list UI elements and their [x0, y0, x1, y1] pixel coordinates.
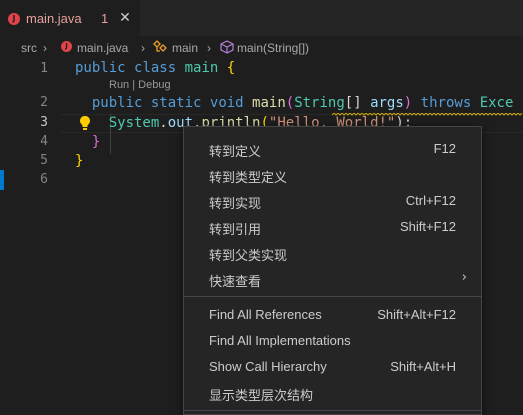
line-number: 5: [40, 153, 48, 168]
code-line-1: public class main {: [75, 60, 236, 76]
menu-item-go-to-super-implementation[interactable]: 转到父类实现: [184, 239, 481, 265]
line-number-gutter: 1 2 3 4 5 6: [0, 58, 60, 415]
breadcrumb-method[interactable]: main(String[]): [237, 41, 309, 55]
line-number: 2: [40, 95, 48, 110]
breadcrumb-class[interactable]: main: [172, 41, 198, 55]
line-number: 6: [40, 172, 48, 187]
menu-item-peek[interactable]: 快速查看 ›: [184, 265, 481, 291]
menu-separator: [184, 296, 481, 297]
line-number: 4: [40, 134, 48, 149]
line-number: 1: [40, 61, 48, 76]
java-file-icon: J: [61, 41, 72, 52]
chevron-right-icon: ›: [461, 270, 467, 285]
editor-tab-bar: J main.java 1 ✕: [0, 0, 523, 36]
class-icon: [153, 40, 167, 52]
code-line-2: public static void main(String[] args) t…: [91, 95, 514, 111]
code-line-4: }: [91, 134, 101, 150]
breadcrumb-folder[interactable]: src: [21, 41, 37, 55]
code-line-5: }: [75, 153, 84, 169]
menu-item-show-type-hierarchy[interactable]: 显示类型层次结构: [184, 379, 481, 405]
menu-item-go-to-references[interactable]: 转到引用 Shift+F12: [184, 213, 481, 239]
menu-item-go-to-definition[interactable]: 转到定义 F12: [184, 135, 481, 161]
tab-filename: main.java: [26, 11, 82, 26]
close-icon[interactable]: ✕: [117, 10, 133, 26]
warning-squiggle: [332, 113, 523, 116]
chevron-right-icon: ›: [141, 41, 145, 55]
scroll-marker: [0, 170, 4, 190]
menu-separator: [184, 410, 481, 411]
menu-item-show-call-hierarchy[interactable]: Show Call Hierarchy Shift+Alt+H: [184, 353, 481, 379]
chevron-right-icon: ›: [207, 41, 211, 55]
tab-main-java[interactable]: J main.java 1 ✕: [0, 0, 140, 36]
context-menu: 转到定义 F12 转到类型定义 转到实现 Ctrl+F12 转到引用 Shift+F1…: [183, 126, 482, 415]
menu-item-go-to-type-definition[interactable]: 转到类型定义: [184, 161, 481, 187]
breadcrumb-file[interactable]: main.java: [77, 41, 128, 55]
menu-item-find-all-references[interactable]: Find All References Shift+Alt+F12: [184, 301, 481, 327]
tab-problem-count: 1: [101, 11, 109, 26]
method-icon: [220, 40, 234, 54]
breadcrumb: src › main.java › main › main(String[]): [0, 36, 523, 58]
code-lens-run-debug[interactable]: Run | Debug: [109, 79, 171, 91]
lightbulb-icon[interactable]: [78, 115, 92, 131]
menu-item-find-all-implementations[interactable]: Find All Implementations: [184, 327, 481, 353]
chevron-right-icon: ›: [43, 41, 47, 55]
line-number: 3: [40, 115, 48, 130]
java-file-icon: J: [8, 13, 20, 25]
menu-item-go-to-implementation[interactable]: 转到实现 Ctrl+F12: [184, 187, 481, 213]
